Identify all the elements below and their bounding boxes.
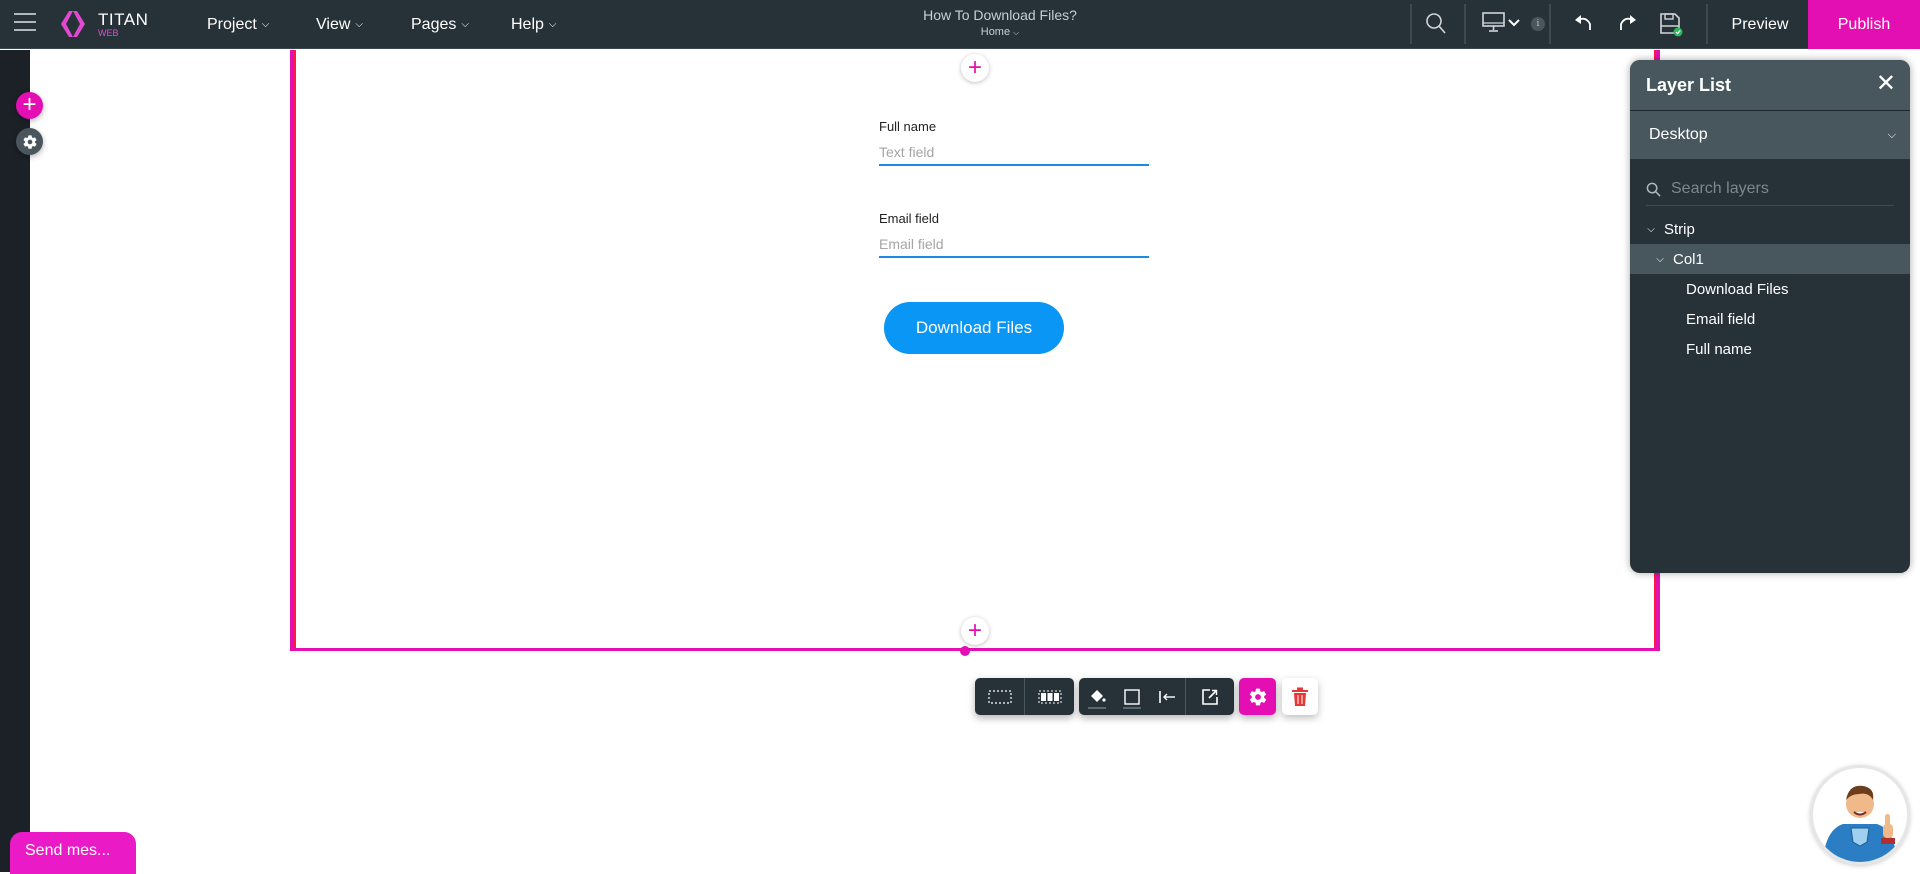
save-icon[interactable]	[1659, 12, 1683, 38]
chevron-down-icon: ⌵	[461, 19, 469, 30]
divider	[1549, 4, 1551, 44]
menu-project[interactable]: Project ⌵	[207, 0, 269, 49]
top-bar: TITAN WEB Project ⌵ View ⌵ Pages ⌵ Help ⌵ Ho…	[0, 0, 1920, 49]
search-icon	[1646, 182, 1661, 197]
logo-subtitle: WEB	[98, 27, 119, 38]
strip-resize-handle[interactable]	[960, 646, 970, 656]
border-button[interactable]	[1115, 678, 1149, 715]
full-name-input[interactable]	[879, 140, 1149, 166]
layer-item-full-name[interactable]: Full name	[1630, 334, 1910, 364]
layer-item-strip[interactable]: ⌵ Strip	[1630, 214, 1910, 244]
page-selector-label: Home	[980, 26, 1011, 38]
paint-bucket-icon	[1091, 689, 1106, 702]
left-rail	[0, 50, 30, 872]
layer-item-label: Download Files	[1686, 280, 1789, 298]
desktop-icon[interactable]	[1482, 12, 1506, 34]
device-dropdown[interactable]: Desktop ⌵	[1630, 111, 1910, 159]
email-field-input[interactable]	[879, 232, 1149, 258]
menu-pages-label: Pages	[411, 15, 457, 33]
menu-project-label: Project	[207, 15, 257, 33]
add-section-below-button[interactable]: +	[961, 617, 989, 645]
columns-icon	[1038, 690, 1061, 703]
chevron-down-icon[interactable]: ⌵	[1653, 254, 1667, 265]
info-icon[interactable]: i	[1531, 17, 1545, 31]
menu-help-label: Help	[511, 15, 544, 33]
layer-item-email-field[interactable]: Email field	[1630, 304, 1910, 334]
hamburger-icon[interactable]	[14, 13, 36, 33]
add-section-above-button[interactable]: +	[961, 54, 989, 82]
assistant-mascot-avatar[interactable]	[1810, 765, 1910, 865]
menu-help[interactable]: Help ⌵	[511, 0, 557, 49]
selection-toolbar-group	[975, 678, 1074, 715]
select-strip-button[interactable]	[975, 678, 1024, 715]
layer-item-label: Strip	[1664, 220, 1695, 238]
chevron-down-icon: ⌵	[261, 19, 270, 30]
fill-color-button[interactable]	[1079, 678, 1115, 715]
divider	[1410, 4, 1412, 44]
style-toolbar-group	[1079, 678, 1234, 715]
divider	[1464, 4, 1466, 44]
mascot-icon	[1823, 785, 1897, 862]
publish-button[interactable]: Publish	[1808, 0, 1920, 49]
menu-view[interactable]: View ⌵	[316, 0, 363, 49]
chevron-down-icon: ⌵	[355, 19, 363, 30]
page-settings-button[interactable]	[16, 128, 43, 155]
layer-item-col1[interactable]: ⌵ Col1	[1630, 244, 1910, 274]
menu-view-label: View	[316, 15, 351, 33]
redo-icon[interactable]	[1617, 12, 1637, 34]
undo-icon[interactable]	[1574, 12, 1594, 34]
titan-logo-icon	[61, 11, 85, 37]
chevron-down-icon[interactable]: ⌵	[1644, 224, 1658, 235]
alignment-button[interactable]	[1149, 678, 1185, 715]
element-settings-button[interactable]	[1239, 678, 1276, 715]
chevron-down-icon[interactable]	[1508, 18, 1520, 28]
add-element-button[interactable]: +	[16, 92, 43, 119]
full-name-label: Full name	[879, 119, 937, 134]
layer-list-header: Layer List ✕	[1630, 60, 1910, 111]
layer-list-title: Layer List	[1646, 74, 1732, 95]
select-columns-button[interactable]	[1025, 678, 1074, 715]
logo[interactable]: TITAN WEB	[58, 8, 148, 40]
divider	[1706, 4, 1708, 44]
document-title: How To Download Files?	[923, 7, 1077, 23]
chevron-down-icon: ⌵	[1887, 128, 1896, 141]
download-files-button[interactable]: Download Files	[884, 302, 1064, 354]
open-link-button[interactable]	[1186, 678, 1234, 715]
logo-title: TITAN	[98, 9, 149, 29]
layer-list-panel: Layer List ✕ Desktop ⌵ ⌵ Strip ⌵ Col1 Do…	[1630, 60, 1910, 573]
layer-item-label: Col1	[1673, 250, 1704, 268]
layer-search	[1646, 173, 1894, 206]
gear-icon	[23, 134, 37, 149]
page-selector[interactable]: Home ⌵	[950, 26, 1050, 38]
border-icon	[1124, 688, 1140, 705]
chevron-down-icon: ⌵	[1013, 28, 1020, 37]
gear-icon	[1249, 688, 1266, 705]
align-left-icon	[1159, 690, 1175, 703]
chevron-down-icon: ⌵	[548, 19, 557, 30]
delete-element-button[interactable]	[1282, 678, 1318, 715]
layer-item-download-files[interactable]: Download Files	[1630, 274, 1910, 304]
device-dropdown-value: Desktop	[1649, 126, 1708, 143]
search-icon[interactable]	[1425, 12, 1447, 36]
menu-pages[interactable]: Pages ⌵	[411, 0, 469, 49]
close-icon[interactable]: ✕	[1876, 72, 1896, 96]
preview-button[interactable]: Preview	[1710, 0, 1810, 49]
external-link-icon	[1202, 688, 1218, 705]
trash-icon	[1292, 687, 1308, 706]
layer-item-label: Full name	[1686, 340, 1752, 358]
send-message-chat-button[interactable]: Send mes...	[10, 832, 136, 874]
layer-tree: ⌵ Strip ⌵ Col1 Download Files Email fiel…	[1630, 214, 1910, 364]
layer-item-label: Email field	[1686, 310, 1756, 328]
dashed-rectangle-icon	[987, 689, 1012, 704]
layer-search-input[interactable]	[1671, 180, 1891, 198]
email-field-label: Email field	[879, 211, 939, 226]
